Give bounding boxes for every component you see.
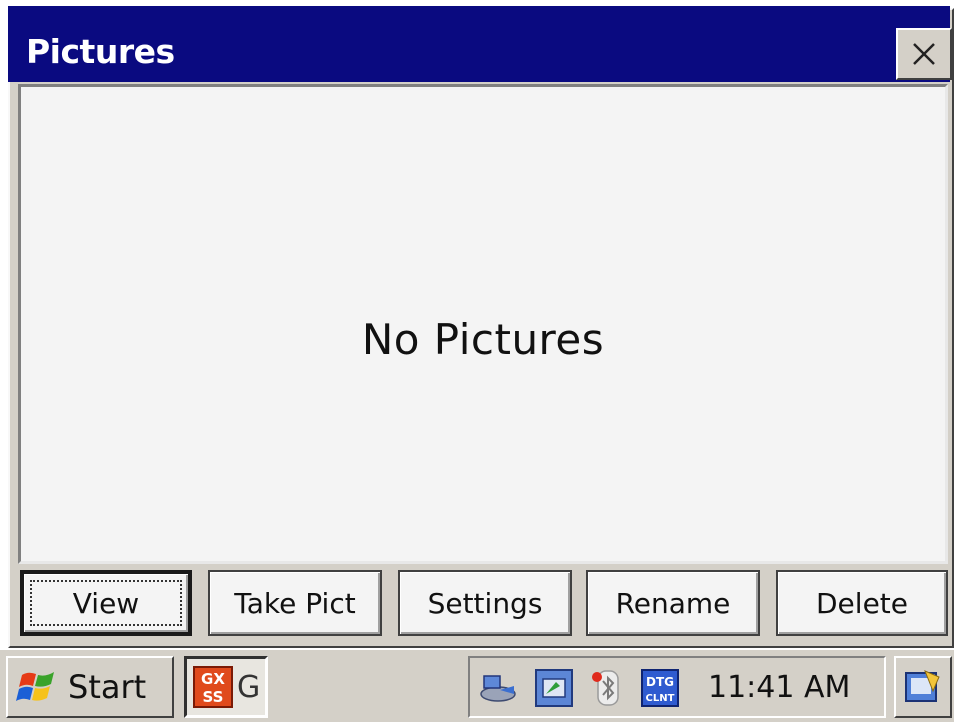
- dtg-icon-bottom-text: CLNT: [646, 693, 675, 704]
- view-button[interactable]: View: [20, 570, 192, 636]
- window-title: Pictures: [26, 32, 175, 71]
- settings-button-label: Settings: [427, 586, 543, 620]
- network-icon[interactable]: [478, 668, 518, 708]
- rename-button[interactable]: Rename: [586, 570, 760, 636]
- taskbar-app-button[interactable]: GX SS G: [184, 656, 268, 718]
- focus-rectangle: [30, 580, 182, 626]
- title-bar: Pictures: [8, 6, 952, 82]
- dtg-icon-top-text: DTG: [646, 675, 674, 689]
- dtg-client-icon[interactable]: DTG CLNT: [640, 668, 680, 708]
- picture-list-area[interactable]: No Pictures: [18, 84, 948, 564]
- delete-button[interactable]: Delete: [776, 570, 948, 636]
- take-pict-button[interactable]: Take Pict: [208, 570, 382, 636]
- close-icon: [913, 43, 935, 65]
- windows-flag-icon: [16, 672, 54, 701]
- bluetooth-icon[interactable]: [588, 668, 628, 708]
- delete-button-label: Delete: [816, 586, 908, 620]
- system-tray: DTG CLNT 11:41 AM: [468, 656, 886, 718]
- rename-button-label: Rename: [615, 586, 731, 620]
- start-button[interactable]: Start: [6, 656, 174, 718]
- taskbar: Start GX SS G DTG CLNT 11:41 AM: [0, 648, 954, 722]
- gxss-icon-top-text: GX: [201, 670, 225, 688]
- close-button[interactable]: [896, 28, 952, 80]
- take-pict-button-label: Take Pict: [234, 586, 356, 620]
- show-desktop-icon: [905, 670, 940, 702]
- gxss-icon-bottom-text: SS: [203, 688, 224, 706]
- start-label: Start: [68, 668, 147, 706]
- clock[interactable]: 11:41 AM: [708, 670, 850, 705]
- show-desktop-button[interactable]: [894, 656, 952, 718]
- settings-button[interactable]: Settings: [398, 570, 572, 636]
- gxss-app-icon: GX SS: [193, 666, 233, 708]
- taskbar-app-label: G: [237, 669, 261, 705]
- empty-message: No Pictures: [361, 315, 605, 364]
- sync-icon[interactable]: [534, 668, 574, 708]
